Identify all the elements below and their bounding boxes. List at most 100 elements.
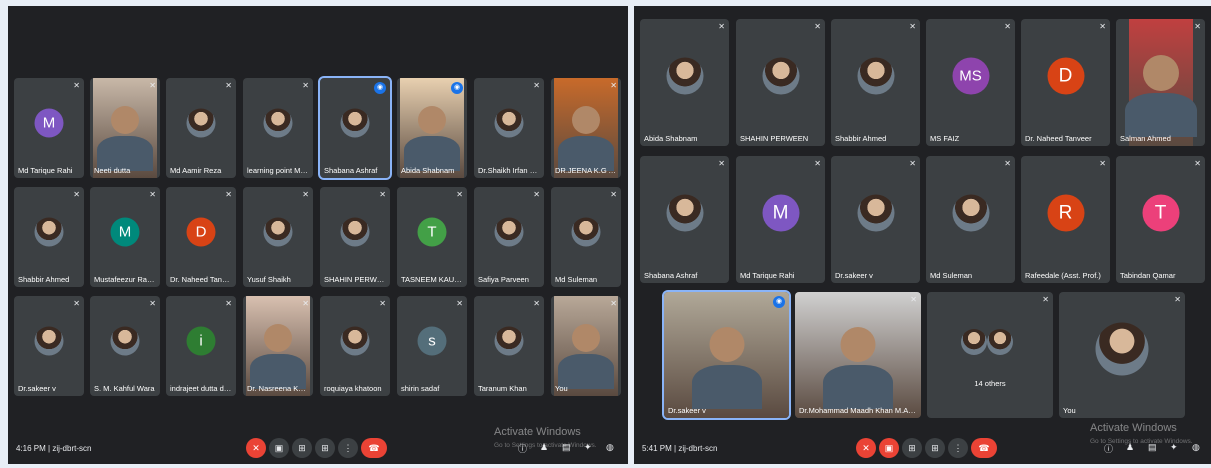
participant-tile[interactable]: M ✕ Mustafeezur Rah...: [90, 187, 160, 287]
meeting-time-and-code: 4:16 PM | zij-dbrt-scn: [16, 444, 91, 453]
participant-tile[interactable]: M ✕ Md Tarique Rahi: [736, 156, 825, 283]
avatar: D: [186, 217, 216, 247]
participant-tile[interactable]: ◉ Abida Shabnam: [397, 78, 467, 178]
avatar-photo: [494, 108, 524, 138]
participant-name: Dr. Naheed Tanveer: [1025, 134, 1092, 143]
participant-tile[interactable]: ✕ 14 others: [927, 292, 1053, 418]
participant-tile[interactable]: ✕ learning point MS ...: [243, 78, 313, 178]
present-button[interactable]: ⊞: [925, 438, 945, 458]
mic-off-icon: ✕: [456, 299, 463, 308]
leave-call-button[interactable]: ☎: [361, 438, 387, 458]
mic-off-icon: ✕: [1099, 159, 1106, 168]
mic-off-icon: ✕: [149, 190, 156, 199]
mic-off-icon: ✕: [909, 22, 916, 31]
leave-call-button[interactable]: ☎: [971, 438, 997, 458]
participant-tile[interactable]: i ✕ indrajeet dutta du...: [166, 296, 236, 396]
mic-off-icon: ✕: [610, 190, 617, 199]
mic-off-button[interactable]: ✕: [856, 438, 876, 458]
captions-button[interactable]: ⊞: [902, 438, 922, 458]
participant-tile[interactable]: ◉ Dr.sakeer v: [662, 290, 791, 420]
avatar-photo: [340, 108, 370, 138]
participant-tile[interactable]: ✕ roquiaya khatoon: [320, 296, 390, 396]
avatar: i: [186, 326, 216, 356]
speaking-indicator-icon: ◉: [374, 82, 386, 94]
host-controls-icon[interactable]: ◍: [606, 442, 614, 453]
camera-button[interactable]: ▣: [269, 438, 289, 458]
meet-screenshot-right: ✕ Abida Shabnam ✕ SHAHIN PERWEEN ✕ Shabbir Ah…: [634, 6, 1211, 464]
participant-tile[interactable]: ✕ Dr. Nasreena Khan: [243, 296, 313, 396]
speaking-indicator-icon: ◉: [773, 296, 785, 308]
mic-off-icon: ✕: [533, 190, 540, 199]
participant-tile[interactable]: T ✕ Tabindan Qamar: [1116, 156, 1205, 283]
participant-tile[interactable]: ✕ Taranum Khan: [474, 296, 544, 396]
avatar-photo: [762, 57, 799, 95]
participant-tile[interactable]: ✕ Neeti dutta: [90, 78, 160, 178]
mic-off-icon: ✕: [73, 190, 80, 199]
participant-name: Salman Ahmed: [1120, 134, 1171, 143]
participant-tile[interactable]: ✕ SHAHIN PERWEEN: [320, 187, 390, 287]
participant-name: DR.JEENA K.G A...: [555, 166, 617, 175]
participant-name: S. M. Kahful Wara: [94, 384, 155, 393]
participant-name: Shabbir Ahmed: [18, 275, 70, 284]
participant-tile[interactable]: ✕ Yusuf Shaikh: [243, 187, 313, 287]
participant-tile[interactable]: ✕ SHAHIN PERWEEN: [736, 19, 825, 146]
participant-tile[interactable]: T ✕ TASNEEM KAUSAR: [397, 187, 467, 287]
participant-name: TASNEEM KAUSAR: [401, 275, 463, 284]
participant-tile[interactable]: ✕ Shabbir Ahmed: [831, 19, 920, 146]
participant-tile[interactable]: ✕ Shabbir Ahmed: [14, 187, 84, 287]
mic-off-icon: ✕: [910, 295, 917, 304]
mic-off-icon: ✕: [610, 81, 617, 90]
mic-off-icon: ✕: [302, 299, 309, 308]
participant-tile[interactable]: ✕ Md Suleman: [551, 187, 621, 287]
participant-tile[interactable]: ✕ Salman Ahmed: [1116, 19, 1205, 146]
participant-tile[interactable]: ✕ S. M. Kahful Wara: [90, 296, 160, 396]
meeting-control-bar: 5:41 PM | zij-dbrt-scn ✕ ▣ ⊞ ⊞ ⋮ ☎ ⓘ ♟ ▤ ✦ ◍: [634, 432, 1211, 464]
participant-tile[interactable]: ◉ Shabana Ashraf: [318, 76, 392, 180]
avatar-photo: [34, 217, 64, 247]
host-controls-icon[interactable]: ◍: [1192, 442, 1200, 453]
meeting-code: zij-dbrt-scn: [678, 444, 718, 453]
more-options-button[interactable]: ⋮: [948, 438, 968, 458]
participant-tile[interactable]: ✕ Abida Shabnam: [640, 19, 729, 146]
participant-tile[interactable]: ✕ Dr.Shaikh Irfan Ja...: [474, 78, 544, 178]
participant-tile[interactable]: D ✕ Dr. Naheed Tanveer: [166, 187, 236, 287]
participant-tile[interactable]: ✕ You: [1059, 292, 1185, 418]
meeting-time-and-code: 5:41 PM | zij-dbrt-scn: [642, 444, 717, 453]
mic-off-icon: ✕: [814, 159, 821, 168]
mic-off-icon: ✕: [149, 299, 156, 308]
avatar: R: [1047, 194, 1084, 232]
more-options-button[interactable]: ⋮: [338, 438, 358, 458]
participant-tile[interactable]: M ✕ Md Tarique Rahi: [14, 78, 84, 178]
mic-off-icon: ✕: [1004, 22, 1011, 31]
camera-off-button[interactable]: ▣: [879, 438, 899, 458]
participant-tile[interactable]: D ✕ Dr. Naheed Tanveer: [1021, 19, 1110, 146]
avatar-photo: [494, 217, 524, 247]
participant-tile[interactable]: ✕ Dr.sakeer v: [831, 156, 920, 283]
participant-name: Shabbir Ahmed: [835, 134, 887, 143]
windows-activation-hint: Go to Settings to activate Windows.: [494, 442, 597, 449]
avatar-photo: [340, 326, 370, 356]
present-button[interactable]: ⊞: [315, 438, 335, 458]
avatar: s: [417, 326, 447, 356]
participant-tile[interactable]: s ✕ shirin sadaf: [397, 296, 467, 396]
mic-off-icon: ✕: [1042, 295, 1049, 304]
participant-tile[interactable]: ✕ Dr.sakeer v: [14, 296, 84, 396]
captions-button[interactable]: ⊞: [292, 438, 312, 458]
participant-tile[interactable]: ✕ Safiya Parveen: [474, 187, 544, 287]
avatar-photo: [186, 108, 216, 138]
participant-tile[interactable]: ✕ Md Suleman: [926, 156, 1015, 283]
participant-name: Dr.Shaikh Irfan Ja...: [478, 166, 540, 175]
mic-off-button[interactable]: ✕: [246, 438, 266, 458]
participant-tile[interactable]: MS ✕ MS FAIZ: [926, 19, 1015, 146]
mic-off-icon: ✕: [73, 81, 80, 90]
participant-tile[interactable]: R ✕ Rafeedale (Asst. Prof.): [1021, 156, 1110, 283]
participant-tile[interactable]: ✕ You: [551, 296, 621, 396]
mic-off-icon: ✕: [718, 22, 725, 31]
mic-off-icon: ✕: [456, 190, 463, 199]
avatar-photo: [666, 57, 703, 95]
participant-tile[interactable]: ✕ DR.JEENA K.G A...: [551, 78, 621, 178]
participant-tile[interactable]: ✕ Shabana Ashraf: [640, 156, 729, 283]
participant-tile[interactable]: ✕ Md Aamir Reza: [166, 78, 236, 178]
participant-name: Shabana Ashraf: [324, 166, 378, 175]
participant-tile[interactable]: ✕ Dr.Mohammad Maadh Khan M.A.L.T.I.: [795, 292, 921, 418]
